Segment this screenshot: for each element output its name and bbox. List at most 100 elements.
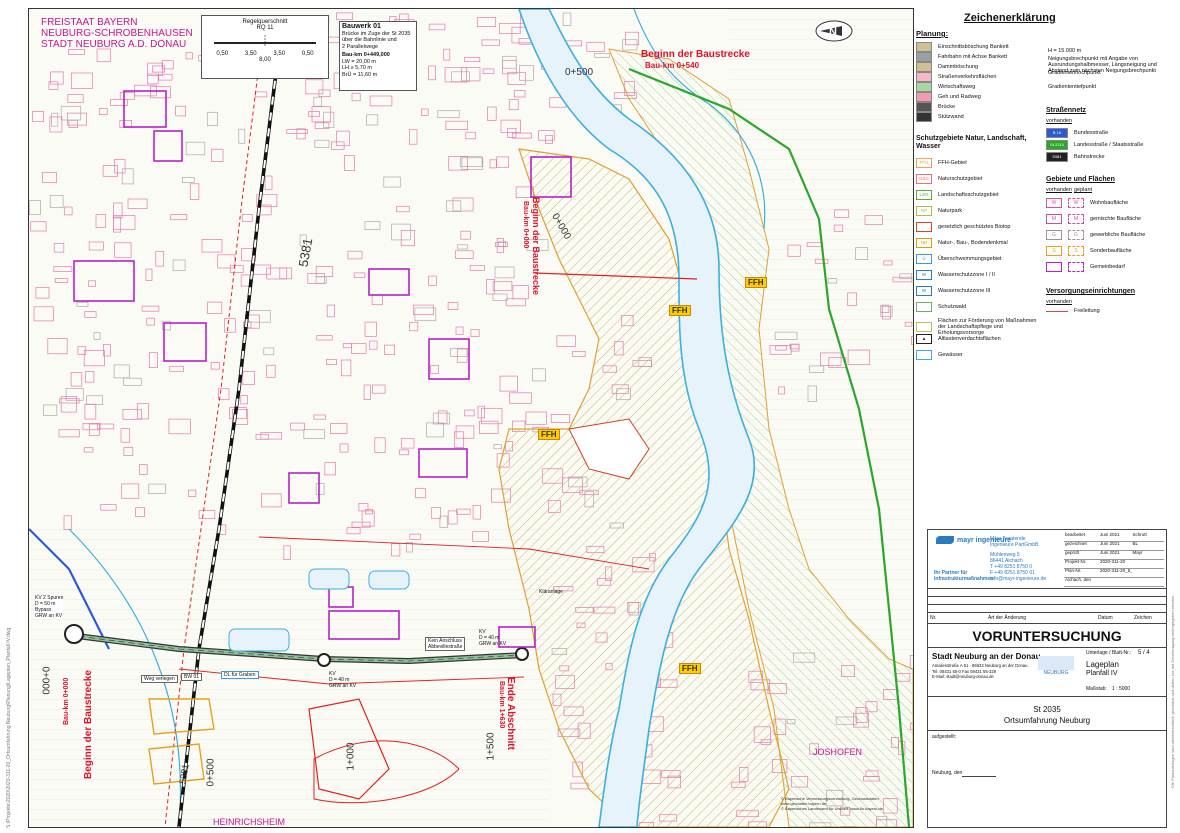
tb-divider-3: [928, 604, 1166, 605]
label-beginn-top-km: Bau-km 0+540: [645, 61, 700, 70]
ffh-tag-4: FFH: [679, 663, 701, 674]
legend-planung-item: Geh und Radweg: [916, 92, 1036, 102]
map-canvas[interactable]: N: [29, 9, 913, 827]
note-kein-anschluss: Kein Anschluss Abbevillestraße: [425, 637, 466, 651]
legend-neigung-item: Gradiententiefpunkt: [1048, 84, 1160, 90]
label-beginn-top: Beginn der Baustrecke: [641, 49, 750, 60]
legend-label: Brücke: [938, 103, 956, 110]
meta-cell: bearbeitet: [1065, 532, 1086, 537]
legend-strassen-vorhanden: vorhanden: [1046, 118, 1072, 124]
addr-5: info@mayr-ingenieure.de: [990, 576, 1047, 582]
meta-cell: [1132, 568, 1165, 577]
legend-schutz-item: LSG Landschaftsschutzgebiet: [916, 190, 1040, 200]
plan-type: Lageplan: [1086, 660, 1119, 669]
unterlage-value: 5 / 4: [1138, 650, 1150, 656]
legend-swatch-icon: [916, 322, 932, 332]
legend-versorgung-vorhanden: vorhanden: [1046, 299, 1072, 305]
pond-3: [228, 628, 290, 652]
note-ke-3: GRW an KV: [479, 641, 507, 647]
legend-versorgung-item: Freileitung: [1046, 308, 1100, 314]
meta-cell: Projekt-Nr.: [1065, 559, 1087, 564]
rq-dim-4: 0,50: [301, 51, 314, 57]
legend-schutz-item: Schutzwald: [916, 302, 1040, 312]
city-logo-icon: NEUBURG: [1036, 654, 1076, 678]
note-ka-2: Abbevillestraße: [428, 644, 463, 650]
legend-gebiete-geplant: geplant: [1074, 187, 1093, 193]
legend-swatch-icon: W: [1068, 198, 1084, 208]
legend-strasse-item: B 16 Bundesstraße: [1046, 128, 1108, 138]
project-title: St 2035: [1033, 705, 1061, 714]
label-ende-km: Bau-km 1+630: [498, 681, 505, 729]
legend-swatch-icon: W: [916, 286, 932, 296]
legend-gebiete-vorhanden: vorhanden: [1046, 187, 1072, 193]
note-bw01: BW 01: [181, 673, 203, 681]
pond-2: [368, 570, 410, 590]
label-joshofen: JOSHOFEN: [813, 747, 863, 757]
legend-swatch-icon: [916, 102, 932, 112]
ffh-tag-3: FFH: [745, 277, 767, 288]
legend-swatch-icon: S: [1046, 246, 1062, 256]
legend-label: Straßenverkehrsflächen: [938, 73, 997, 80]
legend-schutz-item: NSG Naturschutzgebiet: [916, 174, 1040, 184]
meta-cell: Plan-Nr.: [1065, 568, 1082, 573]
tb-divider-6: [928, 647, 1166, 648]
legend-label: gemischte Baufläche: [1090, 215, 1142, 222]
legend-planung-item: Straßenverkehrsflächen: [916, 72, 1036, 82]
meta-cell: gezeichnet: [1065, 541, 1087, 546]
site-map[interactable]: N FREISTAAT BAYERN NEUBURG-SCHROBENHAUSE…: [28, 8, 914, 828]
legend-label: FFH-Gebiet: [938, 160, 967, 166]
legend-label: Geh und Radweg: [938, 93, 981, 100]
legend-schutz-item: Gewässer: [916, 350, 1040, 360]
meta-cell: Juni 2021: [1100, 541, 1120, 546]
client-addr-1: Amalienstraße A 51 · 86633 Neuburg an de…: [932, 663, 1028, 668]
change-header-cell: Art der Änderung: [988, 615, 1027, 621]
legend-neigung-item: Gradientenhochpunkt: [1048, 70, 1160, 76]
legend-label: Freileitung: [1074, 308, 1100, 314]
roundabout-east[interactable]: [515, 647, 529, 661]
legend-label: Wohnbaufläche: [1090, 199, 1129, 206]
massstab-label: Maßstab:: [1086, 686, 1107, 692]
rq-dim-2: 3,50: [244, 51, 257, 57]
legend-label: Wasserschutzzone I / II: [938, 272, 995, 278]
legend-label: Bahnstrecke: [1074, 153, 1105, 160]
bauwerk-box: Bauwerk 01 Brücke im Zuge der St 2035 üb…: [339, 21, 417, 91]
plan-sub: Planfall IV: [1086, 670, 1118, 677]
legend-schutz-item: FFH FFH-Gebiet: [916, 158, 1040, 168]
meta-cell: Juni 2021: [1100, 532, 1120, 537]
legend-label: Überschwemmungsgebiet: [938, 256, 1002, 262]
signature-line: [962, 776, 996, 777]
legend-swatch-icon: W: [916, 270, 932, 280]
plan-sheet: S:\Projekte\2020\2020-311-20_Ortsumfahru…: [0, 0, 1180, 833]
roundabout-west[interactable]: [64, 624, 84, 644]
aufgestellt-label: aufgestellt:: [932, 734, 957, 740]
rq-total: 8,00: [259, 57, 271, 63]
rq-subtitle: RQ 11: [256, 25, 274, 31]
rq-section-icon: [214, 35, 316, 47]
legend-swatch-icon: NSG: [916, 174, 932, 184]
meta-cell: 2020-311-20: [1100, 559, 1126, 564]
meta-cell: Schrott: [1132, 532, 1147, 537]
voruntersuchung-title: VORUNTERSUCHUNG: [972, 628, 1122, 644]
roundabout-mid[interactable]: [317, 653, 331, 667]
legend-strasse-item: 5381 Bahnstrecke: [1046, 152, 1105, 162]
header-state: FREISTAAT BAYERN: [41, 17, 138, 28]
legend-planung-item: Dammböschung: [916, 62, 1036, 72]
company-address: Mühlenweg 5 86441 Aichach T +49 8251 875…: [990, 552, 1046, 582]
tb-divider-4: [928, 612, 1166, 613]
bauwerk-bru: BrÜ = 11,60 m: [342, 71, 378, 78]
header-region-text: FREISTAAT BAYERN NEUBURG-SCHROBENHAUSEN …: [41, 17, 193, 50]
legend-swatch-icon: [1068, 262, 1084, 272]
legend-gebiete: Gebiete und Flächen: [1046, 176, 1115, 183]
tb-divider-7: [928, 696, 1166, 697]
client-addr-3: E-Mail: stadt@neuburg-donau.de: [932, 674, 994, 679]
legend-swatch-icon: [916, 350, 932, 360]
legend-swatch-icon: [916, 52, 932, 62]
ffh-tag-2: FFH: [538, 429, 560, 440]
legend-gebiet-item: M Mgemischte Baufläche: [1046, 214, 1141, 224]
tb-divider-2: [928, 596, 1166, 597]
note-kreisel-mid: KV D = 40 m GRW an KV: [329, 671, 356, 689]
change-header-cell: Datum: [1098, 615, 1113, 621]
tb-divider-5: [928, 623, 1166, 624]
svg-text:NEUBURG: NEUBURG: [1043, 670, 1068, 676]
legend-schutz-item: ND Natur-, Bau-, Bodendenkmal: [916, 238, 1040, 248]
